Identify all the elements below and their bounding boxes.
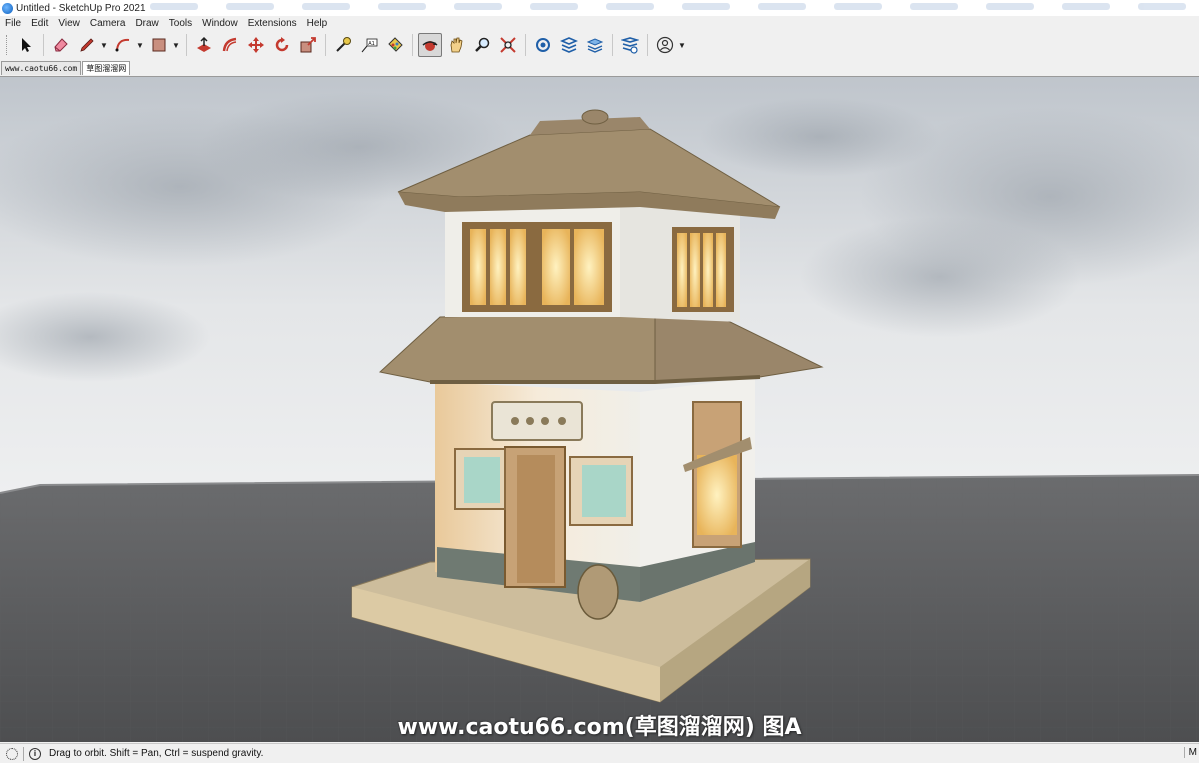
menu-extensions[interactable]: Extensions [243, 18, 302, 29]
pencil-line-icon [80, 38, 94, 52]
geolocation-icon[interactable] [6, 747, 18, 760]
toolbar-separator [412, 34, 413, 56]
svg-text:A1: A1 [368, 41, 375, 47]
rectangle-tool-button[interactable] [147, 33, 171, 57]
profile-button[interactable] [653, 33, 677, 57]
scale-icon [300, 37, 316, 53]
instructor-info-icon[interactable]: i [29, 747, 41, 760]
extension-manager-icon [621, 37, 639, 54]
layers-button[interactable] [583, 33, 607, 57]
pan-icon [450, 37, 463, 53]
menu-bar: File Edit View Camera Draw Tools Window … [0, 16, 1199, 30]
toolbar-separator [612, 34, 613, 56]
eraser-tool-button[interactable] [49, 33, 73, 57]
zoom-extents-icon [500, 37, 516, 53]
window-title: Untitled - SketchUp Pro 2021 [16, 2, 146, 14]
3d-viewport[interactable]: www.caotu66.com(草图溜溜网) 图A [0, 76, 1199, 742]
rotate-icon [275, 37, 289, 52]
profile-icon [656, 36, 674, 54]
pan-tool-button[interactable] [444, 33, 468, 57]
rotate-tool-button[interactable] [270, 33, 294, 57]
profile-dropdown[interactable]: ▼ [678, 33, 686, 57]
status-bar: i Drag to orbit. Shift = Pan, Ctrl = sus… [0, 743, 1199, 763]
warehouse-icon [536, 38, 550, 52]
text-icon: A1 [361, 38, 378, 53]
arc-tool-dropdown[interactable]: ▼ [136, 33, 144, 57]
tape-measure-icon [336, 37, 351, 52]
scene-tabs: www.caotu66.com 草图溜溜网 [0, 60, 1199, 75]
toolbar-separator [186, 34, 187, 56]
arc-icon [115, 38, 130, 52]
line-tool-dropdown[interactable]: ▼ [100, 33, 108, 57]
menu-view[interactable]: View [53, 18, 85, 29]
toolbar-separator [647, 34, 648, 56]
title-bar: Untitled - SketchUp Pro 2021 [0, 0, 1199, 16]
toolbar-separator [325, 34, 326, 56]
select-icon [22, 38, 31, 52]
menu-window[interactable]: Window [197, 18, 243, 29]
toolbar-separator [525, 34, 526, 56]
orbit-icon [422, 41, 438, 51]
measurements-label[interactable]: M [1183, 747, 1197, 758]
menu-file[interactable]: File [0, 18, 26, 29]
offset-icon [222, 37, 237, 52]
move-tool-button[interactable] [244, 33, 268, 57]
zoom-extents-tool-button[interactable] [496, 33, 520, 57]
zoom-icon [475, 37, 490, 52]
extension-warehouse-button[interactable] [557, 33, 581, 57]
select-tool-button[interactable] [14, 33, 38, 57]
push-pull-tool-button[interactable] [192, 33, 216, 57]
scene-render [0, 77, 1199, 742]
background-browser-tabs [150, 3, 1190, 13]
line-tool-button[interactable] [75, 33, 99, 57]
watermark-text: www.caotu66.com(草图溜溜网) 图A [397, 715, 802, 740]
menu-tools[interactable]: Tools [164, 18, 197, 29]
menu-camera[interactable]: Camera [85, 18, 131, 29]
push-pull-icon [197, 36, 211, 52]
arc-tool-button[interactable] [111, 33, 135, 57]
status-message: Drag to orbit. Shift = Pan, Ctrl = suspe… [49, 748, 264, 759]
rectangle-tool-dropdown[interactable]: ▼ [172, 33, 180, 57]
move-icon [248, 37, 264, 53]
scale-tool-button[interactable] [296, 33, 320, 57]
paint-bucket-tool-button[interactable] [383, 33, 407, 57]
toolbar: ▼ ▼ ▼ A1 ▼ [0, 31, 1199, 59]
extension-warehouse-icon [560, 37, 578, 53]
zoom-tool-button[interactable] [470, 33, 494, 57]
rectangle-icon [152, 38, 166, 52]
paint-bucket-icon [388, 37, 403, 52]
text-tool-button[interactable]: A1 [357, 33, 381, 57]
scene-tab-caotu66[interactable]: www.caotu66.com [1, 61, 82, 75]
menu-edit[interactable]: Edit [26, 18, 53, 29]
eraser-icon [54, 38, 68, 52]
sketchup-window: Untitled - SketchUp Pro 2021 File Edit V… [0, 0, 1199, 763]
orbit-tool-button[interactable] [418, 33, 442, 57]
menu-help[interactable]: Help [302, 18, 333, 29]
3d-warehouse-button[interactable] [531, 33, 555, 57]
menu-draw[interactable]: Draw [130, 18, 163, 29]
extension-manager-button[interactable] [618, 33, 642, 57]
status-separator [23, 746, 24, 761]
offset-tool-button[interactable] [218, 33, 242, 57]
toolbar-grip[interactable] [6, 35, 9, 55]
layers-icon [586, 38, 604, 53]
scene-tab-caotuliuliu[interactable]: 草图溜溜网 [82, 61, 131, 75]
tape-measure-tool-button[interactable] [331, 33, 355, 57]
toolbar-separator [43, 34, 44, 56]
sketchup-logo-icon [2, 2, 13, 14]
